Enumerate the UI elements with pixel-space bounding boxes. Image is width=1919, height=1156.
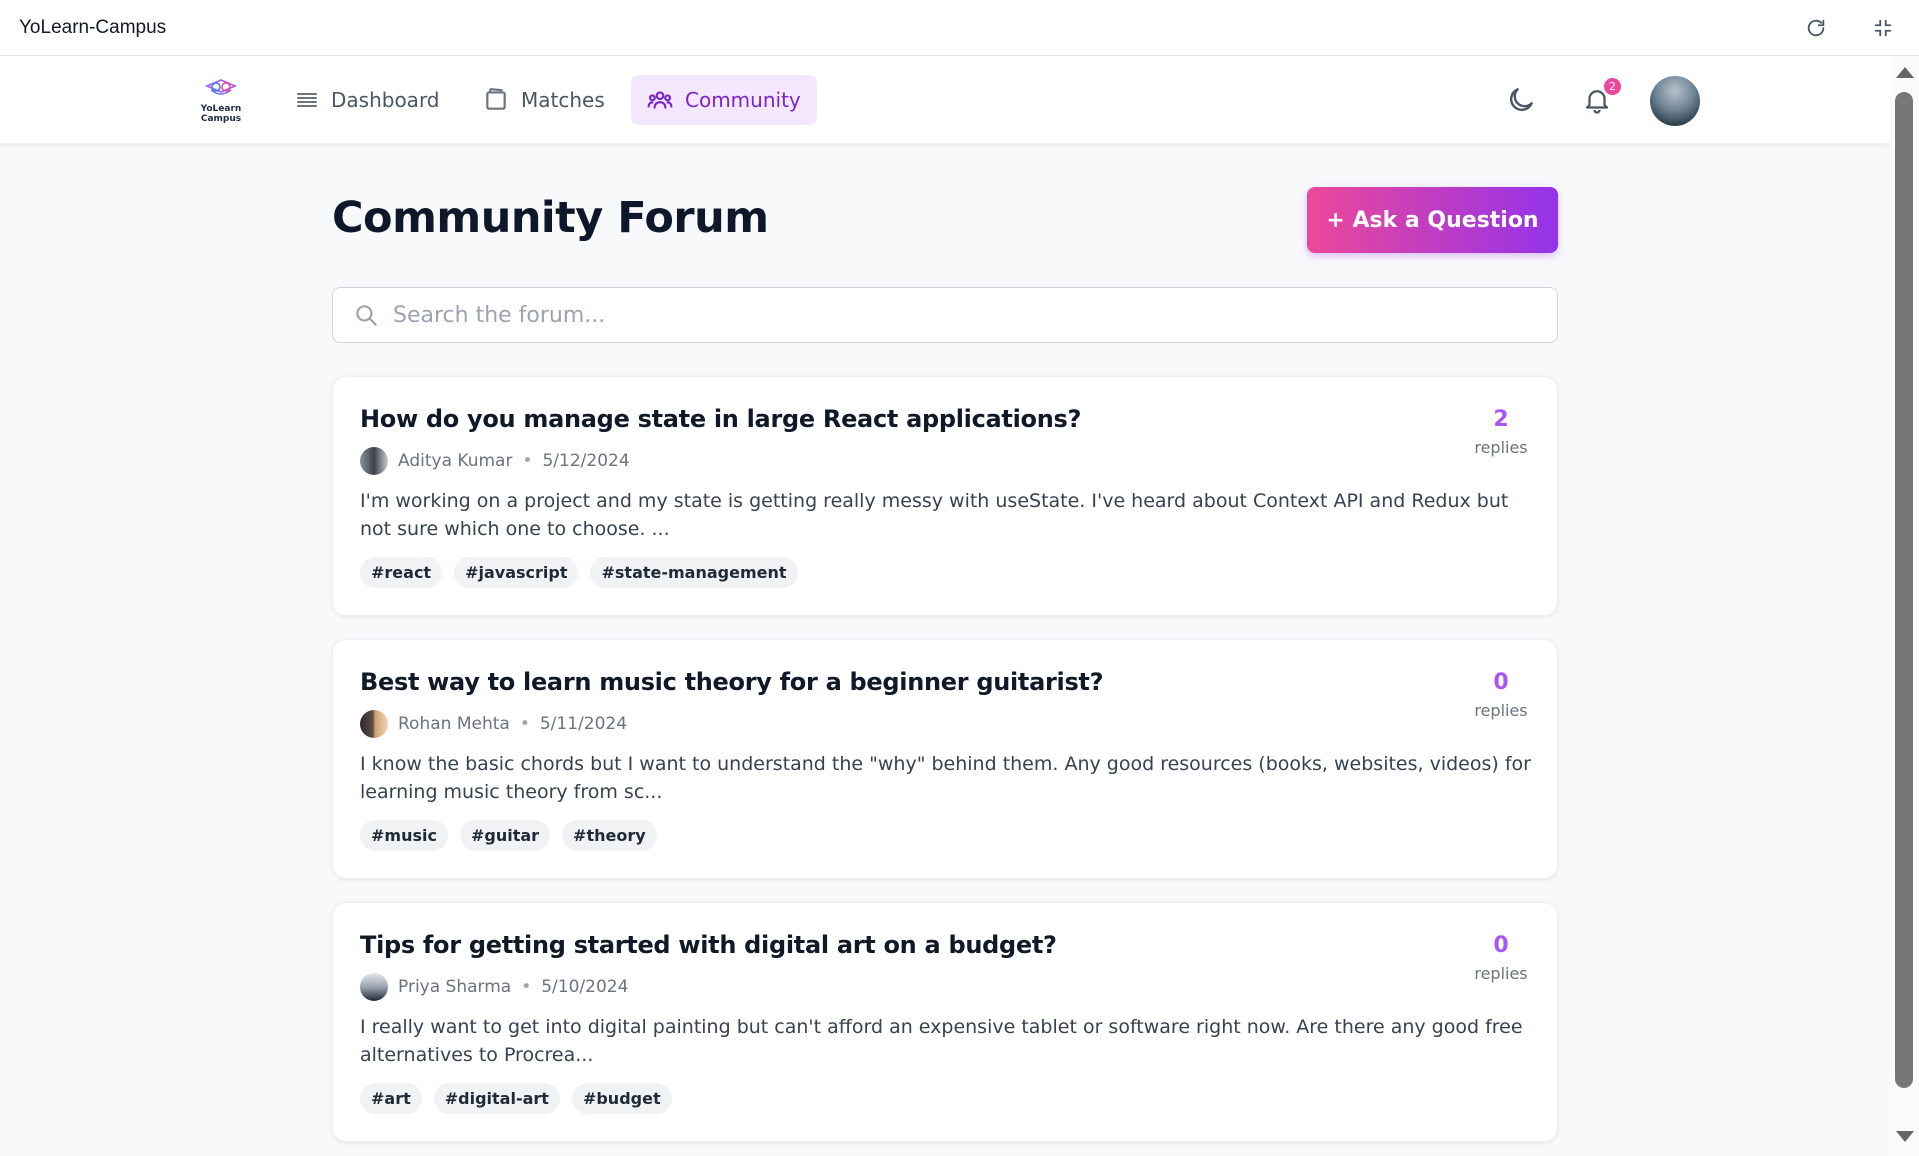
ask-question-button[interactable]: + Ask a Question (1307, 187, 1558, 253)
moon-icon (1510, 88, 1533, 111)
post-title[interactable]: Best way to learn music theory for a beg… (360, 668, 1104, 696)
users-icon (647, 91, 673, 109)
nav-community[interactable]: Community (631, 75, 817, 125)
page-title: Community Forum (332, 193, 769, 243)
reload-icon (1807, 19, 1825, 37)
logo-mark-icon (204, 79, 238, 95)
meta-separator: • (521, 977, 532, 997)
book-icon (486, 88, 506, 110)
post-tags: #music #guitar #theory (360, 820, 657, 851)
tag-chip[interactable]: #digital-art (433, 1083, 560, 1114)
post-date: 5/11/2024 (539, 714, 628, 734)
post-date: 5/10/2024 (541, 977, 629, 997)
post-author[interactable]: Rohan Mehta (398, 714, 510, 734)
exit-fullscreen-button[interactable] (1867, 12, 1899, 44)
post-author[interactable]: Priya Sharma (398, 977, 511, 997)
reply-label: replies (1474, 438, 1528, 457)
logo-text-line2: Campus (200, 114, 242, 124)
meta-separator: • (519, 714, 530, 734)
reply-count: 0 (1493, 670, 1509, 695)
reply-count: 2 (1493, 407, 1509, 432)
nav-matches-label: Matches (521, 88, 605, 112)
forum-post[interactable]: Best way to learn music theory for a beg… (332, 639, 1558, 879)
user-avatar[interactable] (1650, 76, 1700, 126)
post-title[interactable]: Tips for getting started with digital ar… (360, 931, 1057, 959)
forum-post[interactable]: How do you manage state in large React a… (332, 376, 1558, 616)
post-excerpt: I'm working on a project and my state is… (360, 490, 1509, 540)
logo-text-line1: YoLearn (200, 104, 242, 114)
search-icon (356, 305, 377, 326)
tag-chip[interactable]: #music (360, 820, 448, 851)
tag-chip[interactable]: #theory (562, 820, 657, 851)
meta-separator: • (522, 451, 533, 471)
forum-post[interactable]: Tips for getting started with digital ar… (332, 902, 1558, 1142)
scrollbar-thumb[interactable] (1895, 92, 1913, 1088)
nav-dashboard[interactable]: Dashboard (279, 75, 456, 125)
dark-mode-toggle[interactable] (1501, 80, 1541, 120)
tag-chip[interactable]: #javascript (454, 557, 579, 588)
list-icon (297, 93, 317, 107)
reply-counter: 0 replies (1471, 670, 1531, 720)
window-title: YoLearn-Campus (19, 16, 167, 38)
post-title[interactable]: How do you manage state in large React a… (360, 405, 1081, 433)
search-input[interactable] (393, 302, 1543, 328)
forum-search[interactable] (332, 287, 1558, 343)
reply-label: replies (1474, 964, 1528, 983)
author-avatar (360, 710, 388, 738)
window-titlebar: YoLearn-Campus (0, 0, 1919, 56)
reply-count: 0 (1493, 933, 1509, 958)
tag-chip[interactable]: #art (360, 1083, 422, 1114)
post-date: 5/12/2024 (542, 451, 630, 471)
tag-chip[interactable]: #guitar (459, 820, 551, 851)
scroll-down-arrow-icon[interactable] (1896, 1131, 1914, 1142)
reply-label: replies (1474, 701, 1528, 720)
post-excerpt: I really want to get into digital painti… (360, 1016, 1523, 1066)
post-excerpt: I know the basic chords but I want to un… (360, 753, 1531, 803)
post-tags: #react #javascript #state-management (360, 557, 798, 588)
reply-counter: 0 replies (1471, 933, 1531, 983)
tag-chip[interactable]: #state-management (590, 557, 798, 588)
post-meta: Rohan Mehta • 5/11/2024 (360, 710, 627, 738)
collapse-icon (1874, 19, 1892, 37)
post-author[interactable]: Aditya Kumar (398, 451, 512, 471)
nav-matches[interactable]: Matches (467, 75, 621, 125)
tag-chip[interactable]: #react (360, 557, 443, 588)
scroll-up-arrow-icon[interactable] (1896, 67, 1914, 78)
nav-dashboard-label: Dashboard (331, 88, 440, 112)
post-tags: #art #digital-art #budget (360, 1083, 672, 1114)
post-meta: Aditya Kumar • 5/12/2024 (360, 447, 630, 475)
nav-community-label: Community (685, 88, 801, 112)
author-avatar (360, 447, 388, 475)
reload-button[interactable] (1800, 12, 1832, 44)
notification-badge: 2 (1604, 78, 1621, 95)
tag-chip[interactable]: #budget (571, 1083, 672, 1114)
reply-counter: 2 replies (1471, 407, 1531, 457)
post-meta: Priya Sharma • 5/10/2024 (360, 973, 628, 1001)
app-logo[interactable]: YoLearn Campus (198, 76, 244, 124)
author-avatar (360, 973, 388, 1001)
